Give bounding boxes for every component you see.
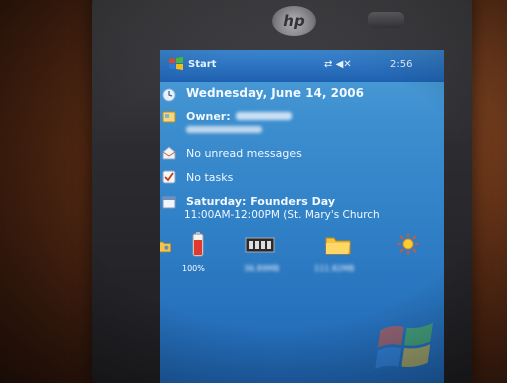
windows-watermark-logo bbox=[375, 322, 433, 370]
brightness-icon[interactable] bbox=[396, 232, 420, 258]
today-screen: Start ⇄ ◀✕ 2:56 Wednesday, June 14, 2006… bbox=[160, 50, 444, 383]
battery-label: 100% bbox=[182, 264, 205, 273]
inbox-icon bbox=[162, 146, 176, 160]
owner-card-icon bbox=[162, 111, 176, 123]
memory-icon[interactable] bbox=[244, 232, 276, 258]
hardware-button[interactable] bbox=[368, 12, 404, 28]
clock[interactable]: 2:56 bbox=[390, 59, 412, 70]
volume-icon[interactable]: ◀✕ bbox=[336, 59, 352, 70]
date-text: Wednesday, June 14, 2006 bbox=[186, 86, 365, 100]
storage-folder-icon[interactable] bbox=[324, 232, 352, 258]
status-icon-strip: 100% 36.89MB 111.82MB bbox=[160, 232, 444, 282]
battery-icon[interactable] bbox=[186, 232, 210, 258]
tasks-checkbox-icon bbox=[162, 170, 176, 184]
windows-flag-icon[interactable] bbox=[168, 56, 184, 72]
owner-phone-blurred bbox=[186, 126, 262, 133]
clock-icon bbox=[162, 88, 176, 102]
appointment-title: Saturday: Founders Day bbox=[186, 195, 336, 208]
appointment-time: 11:00AM-12:00PM (St. Mary's Church bbox=[184, 209, 380, 221]
settings-folder-icon[interactable] bbox=[160, 238, 174, 256]
photo: hp Start ⇄ ◀✕ 2:56 Wednesday, June 14, 2… bbox=[0, 0, 507, 383]
tasks-text: No tasks bbox=[186, 171, 234, 184]
hp-logo: hp bbox=[272, 6, 316, 36]
calendar-icon bbox=[162, 196, 176, 209]
storage-label: 111.82MB bbox=[314, 264, 355, 273]
taskbar: Start ⇄ ◀✕ 2:56 bbox=[160, 50, 444, 82]
connectivity-icon[interactable]: ⇄ bbox=[324, 59, 332, 70]
owner-label: Owner: bbox=[186, 110, 231, 123]
messages-text: No unread messages bbox=[186, 147, 302, 160]
system-tray[interactable]: ⇄ ◀✕ bbox=[324, 59, 352, 70]
memory-label: 36.89MB bbox=[244, 264, 280, 273]
owner-name-blurred bbox=[236, 112, 292, 120]
start-label[interactable]: Start bbox=[188, 59, 216, 70]
